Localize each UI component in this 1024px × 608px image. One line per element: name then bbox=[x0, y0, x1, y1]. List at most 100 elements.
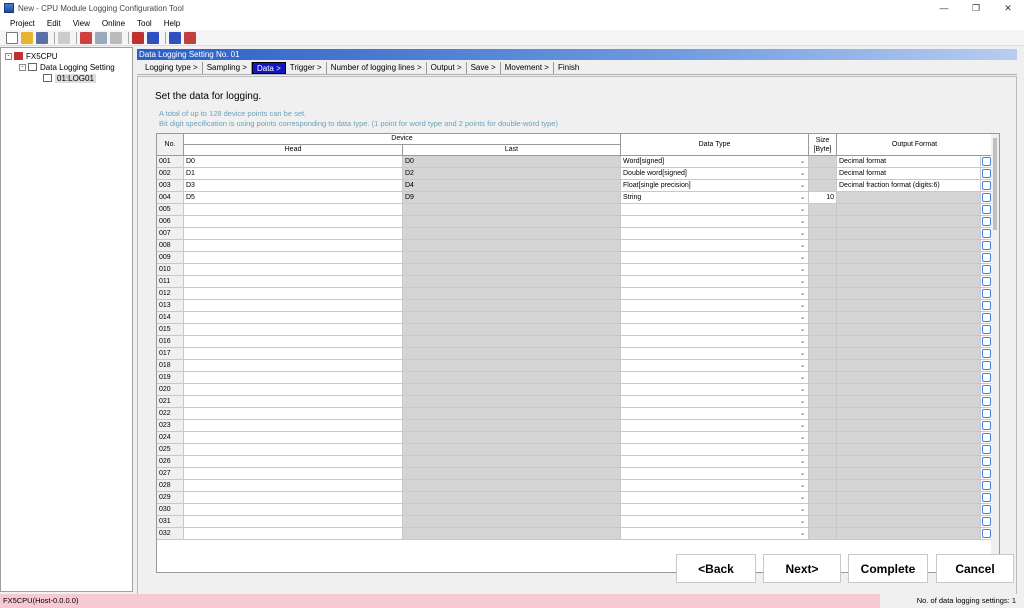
step-data[interactable]: Data > bbox=[251, 62, 286, 74]
chevron-down-icon[interactable]: ⌄ bbox=[797, 324, 809, 336]
data-type-select[interactable] bbox=[621, 240, 809, 252]
data-type-select[interactable]: Word[signed] bbox=[621, 156, 809, 168]
data-type-select[interactable] bbox=[621, 228, 809, 240]
step-trigger[interactable]: Trigger > bbox=[286, 62, 327, 74]
head-device-input[interactable] bbox=[184, 396, 403, 408]
paste-icon[interactable] bbox=[110, 31, 122, 44]
data-type-select[interactable] bbox=[621, 336, 809, 348]
head-device-input[interactable]: D3 bbox=[184, 180, 403, 192]
vertical-scrollbar[interactable] bbox=[991, 134, 999, 572]
head-device-input[interactable] bbox=[184, 528, 403, 540]
head-device-input[interactable] bbox=[184, 228, 403, 240]
tree-item-log01[interactable]: 01:LOG01 bbox=[43, 73, 96, 83]
chevron-down-icon[interactable]: ⌄ bbox=[797, 468, 809, 480]
head-device-input[interactable] bbox=[184, 204, 403, 216]
tree-item-data-logging[interactable]: - Data Logging Setting bbox=[19, 62, 115, 72]
step-movement[interactable]: Movement > bbox=[501, 62, 554, 74]
data-type-select[interactable] bbox=[621, 456, 809, 468]
write-to-cpu-icon[interactable] bbox=[147, 31, 159, 44]
chevron-down-icon[interactable]: ⌄ bbox=[797, 336, 809, 348]
monitor-icon[interactable] bbox=[184, 31, 196, 44]
output-format-field[interactable]: Decimal fraction format (digits:6) bbox=[837, 180, 981, 192]
step-finish[interactable]: Finish bbox=[554, 62, 583, 74]
step-number-of-lines[interactable]: Number of logging lines > bbox=[327, 62, 427, 74]
head-device-input[interactable] bbox=[184, 504, 403, 516]
head-device-input[interactable] bbox=[184, 516, 403, 528]
save-icon[interactable] bbox=[36, 31, 48, 44]
head-device-input[interactable] bbox=[184, 288, 403, 300]
back-button[interactable]: <Back bbox=[676, 554, 756, 583]
head-device-input[interactable] bbox=[184, 336, 403, 348]
chevron-down-icon[interactable]: ⌄ bbox=[797, 312, 809, 324]
connection-icon[interactable] bbox=[169, 31, 181, 44]
tree-item-cpu[interactable]: - FX5CPU bbox=[5, 51, 58, 61]
head-device-input[interactable] bbox=[184, 408, 403, 420]
chevron-down-icon[interactable]: ⌄ bbox=[797, 480, 809, 492]
chevron-down-icon[interactable]: ⌄ bbox=[797, 360, 809, 372]
step-logging-type[interactable]: Logging type > bbox=[141, 62, 203, 74]
data-type-select[interactable] bbox=[621, 468, 809, 480]
data-type-select[interactable] bbox=[621, 516, 809, 528]
data-type-select[interactable] bbox=[621, 216, 809, 228]
data-type-select[interactable] bbox=[621, 204, 809, 216]
chevron-down-icon[interactable]: ⌄ bbox=[797, 264, 809, 276]
chevron-down-icon[interactable]: ⌄ bbox=[797, 216, 809, 228]
step-output[interactable]: Output > bbox=[427, 62, 467, 74]
menu-help[interactable]: Help bbox=[158, 19, 186, 28]
collapse-icon[interactable]: - bbox=[19, 63, 26, 71]
data-type-select[interactable] bbox=[621, 408, 809, 420]
data-type-select[interactable] bbox=[621, 372, 809, 384]
chevron-down-icon[interactable]: ⌄ bbox=[797, 456, 809, 468]
data-type-select[interactable]: Float[single precision] bbox=[621, 180, 809, 192]
data-type-select[interactable] bbox=[621, 432, 809, 444]
head-device-input[interactable]: D5 bbox=[184, 192, 403, 204]
menu-online[interactable]: Online bbox=[96, 19, 131, 28]
data-type-select[interactable] bbox=[621, 300, 809, 312]
chevron-down-icon[interactable]: ⌄ bbox=[797, 276, 809, 288]
menu-view[interactable]: View bbox=[67, 19, 96, 28]
data-type-select[interactable] bbox=[621, 504, 809, 516]
chevron-down-icon[interactable]: ⌄ bbox=[797, 228, 809, 240]
output-format-field[interactable]: Decimal format bbox=[837, 168, 981, 180]
read-from-cpu-icon[interactable] bbox=[132, 31, 144, 44]
data-type-select[interactable] bbox=[621, 360, 809, 372]
open-folder-icon[interactable] bbox=[21, 31, 33, 44]
data-type-select[interactable] bbox=[621, 396, 809, 408]
head-device-input[interactable]: D1 bbox=[184, 168, 403, 180]
close-icon[interactable]: ✕ bbox=[992, 0, 1024, 16]
head-device-input[interactable] bbox=[184, 444, 403, 456]
data-type-select[interactable] bbox=[621, 420, 809, 432]
head-device-input[interactable] bbox=[184, 420, 403, 432]
chevron-down-icon[interactable]: ⌄ bbox=[797, 396, 809, 408]
head-device-input[interactable] bbox=[184, 372, 403, 384]
head-device-input[interactable] bbox=[184, 480, 403, 492]
chevron-down-icon[interactable]: ⌄ bbox=[797, 432, 809, 444]
cut-icon[interactable] bbox=[80, 31, 92, 44]
data-type-select[interactable]: String bbox=[621, 192, 809, 204]
chevron-down-icon[interactable]: ⌄ bbox=[797, 372, 809, 384]
head-device-input[interactable] bbox=[184, 240, 403, 252]
data-type-select[interactable] bbox=[621, 324, 809, 336]
data-type-select[interactable] bbox=[621, 384, 809, 396]
chevron-down-icon[interactable]: ⌄ bbox=[797, 300, 809, 312]
head-device-input[interactable] bbox=[184, 252, 403, 264]
chevron-down-icon[interactable]: ⌄ bbox=[797, 528, 809, 540]
head-device-input[interactable] bbox=[184, 276, 403, 288]
chevron-down-icon[interactable]: ⌄ bbox=[797, 168, 809, 180]
head-device-input[interactable] bbox=[184, 348, 403, 360]
data-type-select[interactable]: Double word[signed] bbox=[621, 168, 809, 180]
head-device-input[interactable] bbox=[184, 492, 403, 504]
data-type-select[interactable] bbox=[621, 348, 809, 360]
next-button[interactable]: Next> bbox=[763, 554, 841, 583]
chevron-down-icon[interactable]: ⌄ bbox=[797, 444, 809, 456]
head-device-input[interactable] bbox=[184, 468, 403, 480]
copy-icon[interactable] bbox=[95, 31, 107, 44]
chevron-down-icon[interactable]: ⌄ bbox=[797, 288, 809, 300]
restore-icon[interactable]: ❐ bbox=[960, 0, 992, 16]
data-type-select[interactable] bbox=[621, 288, 809, 300]
menu-project[interactable]: Project bbox=[4, 19, 41, 28]
chevron-down-icon[interactable]: ⌄ bbox=[797, 408, 809, 420]
data-type-select[interactable] bbox=[621, 252, 809, 264]
menu-tool[interactable]: Tool bbox=[131, 19, 158, 28]
chevron-down-icon[interactable]: ⌄ bbox=[797, 348, 809, 360]
